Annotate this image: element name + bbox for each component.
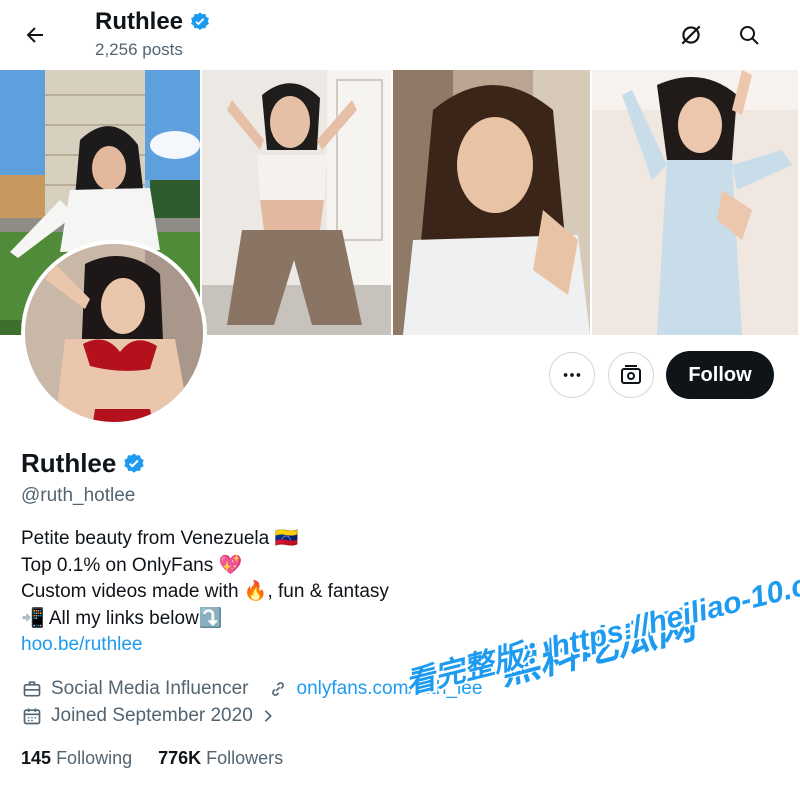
grok-icon: [681, 25, 701, 45]
profile-handle: @ruth_hotlee: [21, 485, 136, 506]
back-button[interactable]: [20, 20, 50, 50]
verified-badge-icon: [191, 12, 209, 30]
avatar[interactable]: [21, 240, 207, 426]
bio-line: 📲 All my links below⤵️: [21, 607, 223, 629]
followers-link[interactable]: 776K Followers: [158, 748, 283, 769]
bio-line: Top 0.1% on OnlyFans 💖: [21, 554, 243, 576]
profile-stats: 145 Following 776K Followers: [21, 748, 283, 769]
search-button[interactable]: [734, 20, 764, 50]
following-count: 145: [21, 748, 52, 768]
profile-name-row: Ruthlee: [21, 448, 146, 479]
calendar-icon: [21, 705, 43, 727]
followers-label: Followers: [206, 748, 284, 768]
bio-line: Custom videos made with 🔥, fun & fantasy: [21, 581, 389, 602]
banner-photo-2: [202, 70, 391, 335]
post-count: 2,256 posts: [95, 40, 183, 59]
watermark-url: 看完整版：https://heiliao-10.com: [402, 557, 800, 701]
following-label: Following: [56, 748, 133, 768]
search-icon: [740, 26, 759, 45]
bio-link[interactable]: hoo.be/ruthlee: [21, 632, 389, 659]
link-icon: [267, 678, 289, 700]
more-button[interactable]: [549, 352, 595, 398]
header-title: Ruthlee: [95, 8, 211, 36]
profile-category: Social Media Influencer: [51, 678, 249, 699]
subscribe-icon: [621, 365, 641, 384]
banner-photo-3: [393, 70, 590, 335]
chevron-right-icon: [257, 705, 279, 727]
banner-photo-4: [592, 70, 798, 335]
profile-bio: Petite beauty from Venezuela 🇻🇪 Top 0.1%…: [21, 526, 389, 659]
grok-button[interactable]: [676, 20, 706, 50]
bio-line: Petite beauty from Venezuela 🇻🇪: [21, 528, 299, 549]
followers-count: 776K: [158, 748, 202, 768]
header-name: Ruthlee: [95, 8, 184, 35]
arrow-left-icon: [26, 27, 43, 43]
subscribe-button[interactable]: [608, 352, 654, 398]
more-icon: [563, 373, 581, 377]
profile-name: Ruthlee: [21, 448, 117, 478]
profile-joined-row[interactable]: Joined September 2020: [21, 705, 287, 727]
follow-button[interactable]: Follow: [666, 351, 774, 399]
briefcase-icon: [21, 678, 43, 700]
top-bar: Ruthlee 2,256 posts: [0, 0, 800, 70]
following-link[interactable]: 145 Following: [21, 748, 132, 769]
profile-joined: Joined September 2020: [51, 705, 253, 726]
header-title-block: Ruthlee 2,256 posts: [95, 8, 211, 60]
verified-badge-icon[interactable]: [122, 452, 146, 476]
